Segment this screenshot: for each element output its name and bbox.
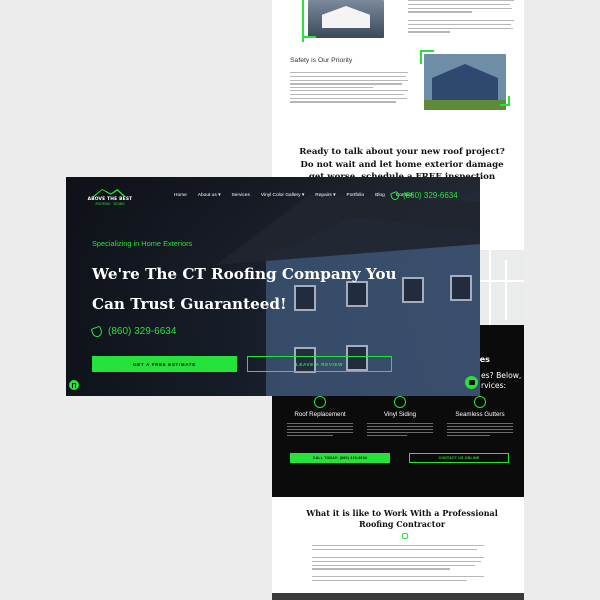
service-description [447, 423, 513, 437]
hero-phone-link[interactable]: (860) 329-6634 [90, 325, 177, 338]
company-logo[interactable]: ABOVE THE BEST ROOFING · SIDING [86, 188, 134, 208]
logo-subtext: ROOFING · SIDING [95, 202, 125, 206]
body-text-block [408, 0, 514, 13]
service-seamless-gutters[interactable]: Seamless Gutters [438, 396, 522, 437]
service-vinyl-siding[interactable]: Vinyl Siding [358, 396, 442, 437]
nav-phone-link[interactable]: (860) 329-6634 [389, 190, 458, 201]
accent-bar [420, 50, 434, 52]
work-text [312, 545, 484, 551]
service-description [287, 423, 353, 437]
nav-repairs[interactable]: Repairs ▾ [315, 193, 335, 198]
nav-about[interactable]: About us ▾ [198, 193, 221, 198]
window [450, 275, 472, 301]
map-widget[interactable] [479, 250, 524, 325]
siding-icon [394, 396, 406, 408]
roof-icon [314, 396, 326, 408]
accent-bar [302, 36, 316, 38]
service-label: Vinyl Siding [383, 411, 417, 418]
main-menu: Home About us ▾ Services Vinyl Color Gal… [174, 193, 423, 198]
service-description [367, 423, 433, 437]
hero-eyebrow: Specializing in Home Exteriors [92, 239, 193, 248]
nav-portfolio[interactable]: Portfolio [347, 193, 365, 198]
phone-icon [90, 325, 104, 338]
top-nav: ABOVE THE BEST ROOFING · SIDING Home Abo… [66, 177, 480, 217]
house-image-blue [424, 54, 506, 110]
leaf-icon [402, 533, 408, 539]
nav-vinyl-gallery[interactable]: Vinyl Color Gallery ▾ [261, 193, 304, 198]
safety-title: Safety is Our Priority [290, 57, 353, 64]
work-text [312, 557, 484, 570]
safety-text [290, 72, 408, 89]
phone-icon [389, 190, 401, 201]
body-text-block [408, 20, 514, 33]
service-label: Seamless Gutters [455, 411, 505, 418]
contact-online-button[interactable]: CONTACT US ONLINE [409, 453, 509, 463]
roof-logo-icon [92, 189, 126, 197]
service-label: Roof Replacement [294, 411, 346, 418]
nav-blog[interactable]: Blog [375, 193, 385, 198]
house-image-top [308, 0, 384, 38]
accessibility-icon[interactable] [69, 380, 79, 390]
work-text [312, 576, 484, 582]
footer-strip [272, 593, 524, 600]
nav-services[interactable]: Services [231, 193, 249, 198]
accent-bar [420, 50, 422, 64]
services-subtitle-fragment: es? Below, we rvices: [481, 371, 524, 390]
service-roof-replacement[interactable]: Roof Replacement [278, 396, 362, 437]
nav-home[interactable]: Home [174, 193, 187, 198]
hero-headline: We're The CT Roofing Company You Can Tru… [92, 265, 397, 313]
hero-phone-number: (860) 329-6634 [108, 326, 177, 337]
work-with-title: What it is like to Work With a Professio… [306, 508, 498, 529]
call-today-button[interactable]: CALL TODAY: (860) 329-6634 [290, 453, 390, 463]
accent-bar [508, 96, 510, 106]
leave-review-button[interactable]: LEAVE A REVIEW [247, 356, 392, 372]
chat-icon[interactable] [465, 376, 478, 389]
safety-text [290, 90, 408, 103]
hero-section: ABOVE THE BEST ROOFING · SIDING Home Abo… [66, 177, 480, 396]
nav-phone-number: (860) 329-6634 [403, 191, 458, 200]
gutter-icon [474, 396, 486, 408]
free-estimate-button[interactable]: GET A FREE ESTIMATE [92, 356, 237, 372]
